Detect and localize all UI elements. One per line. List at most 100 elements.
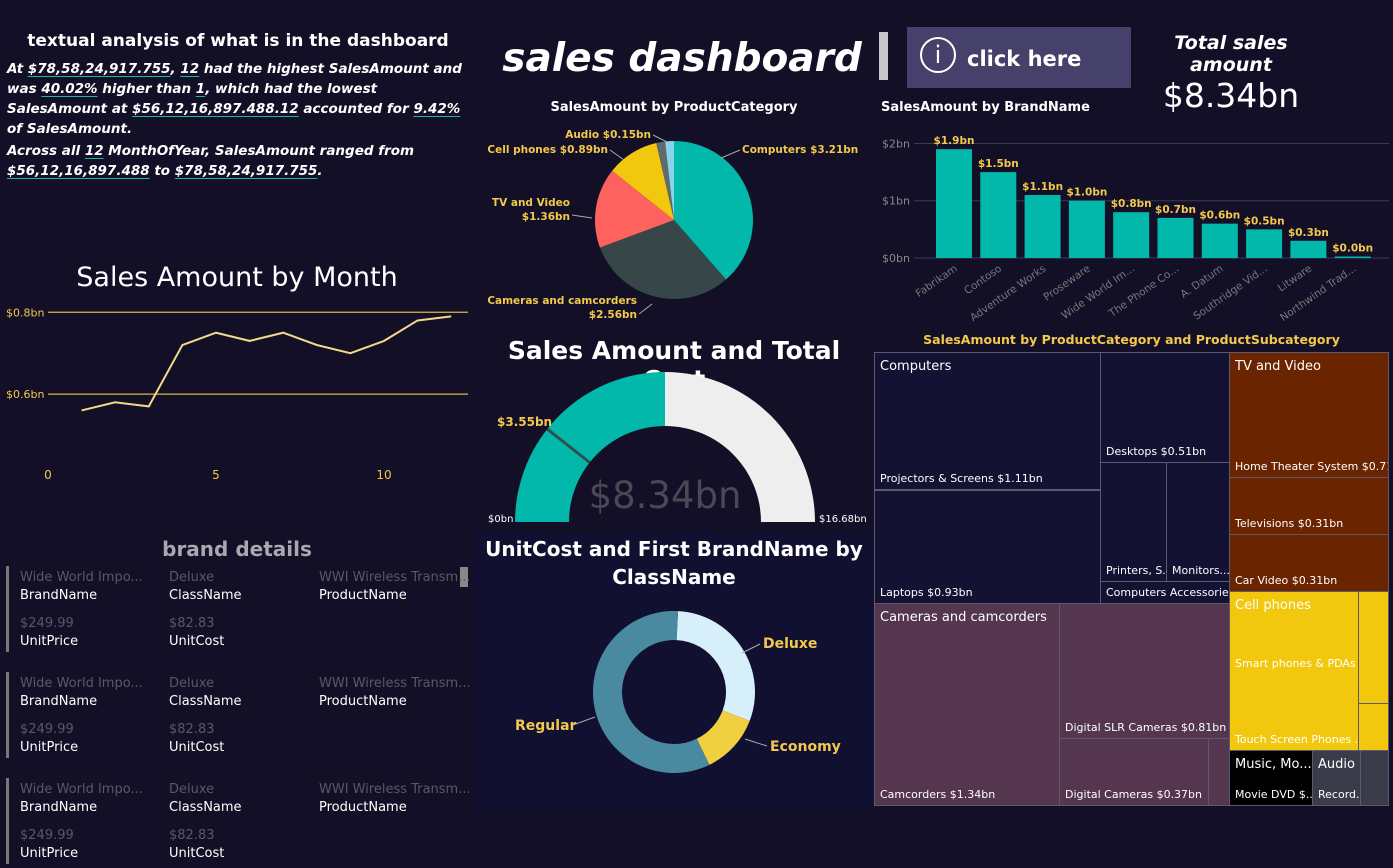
total-sales-value: $8.34bn [1131,76,1331,115]
brand-value: Wide World Impo... [20,782,150,797]
brand-label: BrandName [20,588,150,603]
analysis-paragraph-2: Across all 12 MonthOfYear, SalesAmount r… [7,141,469,181]
brand-card[interactable]: Wide World Impo...BrandNameDeluxeClassNa… [6,566,472,656]
brand-card[interactable]: Wide World Impo...BrandNameDeluxeClassNa… [6,778,472,868]
sales-cost-gauge: $8.34bn$0bn$16.68bn$3.55bn [474,372,874,532]
x-tick-label: Wide World Im... [1059,263,1137,322]
donut-title-line2: ClassName [474,565,874,589]
bar [1290,241,1326,258]
brand-card[interactable]: Wide World Impo...BrandNameDeluxeClassNa… [6,672,472,762]
treemap-cell-phones[interactable]: Cell phonesSmart phones & PDAs ...Touch … [1229,591,1359,751]
class-name-donut: DeluxeEconomyRegular [474,595,874,810]
click-here-button[interactable]: i click here [907,27,1131,88]
treemap-label: Record... [1318,788,1361,801]
treemap-cell-other-1[interactable] [1358,591,1389,704]
x-tick-label: 5 [212,468,220,482]
treemap-label: Music, Mo... [1235,757,1312,772]
treemap-label: Touch Screen Phones ... [1235,733,1359,746]
treemap-label: TV and Video [1235,359,1321,374]
donut-label-deluxe: Deluxe [763,636,817,652]
analysis-text: of SalesAmount. [7,121,132,137]
pie-leader-line [653,135,667,142]
treemap-audio[interactable]: Audio Record... [1312,750,1361,806]
treemap-camera-other[interactable] [1208,738,1230,806]
x-tick-label: Contoso [962,263,1004,297]
pie-data-label: $2.56bn [589,309,637,321]
card-accent-bar [6,778,9,864]
reference-line-label: $0.6bn [6,388,44,401]
treemap-label: Desktops $0.51bn [1106,445,1206,458]
gauge-target-label: $3.55bn [497,415,552,429]
bar [936,149,972,258]
x-tick-label: 10 [376,468,391,482]
treemap-music[interactable]: Music, Mo... Movie DVD $... [1229,750,1313,806]
pie-data-label: $1.36bn [522,211,570,223]
donut-leader-line [745,739,767,746]
treemap-cell-other-2[interactable] [1358,703,1389,751]
treemap-monitors[interactable]: Monitors... [1166,462,1230,582]
analysis-highlight: $78,58,24,917.755 [28,61,171,77]
product-value: WWI Wireless Transm... [319,782,469,797]
class-label: ClassName [169,800,299,815]
pie-data-label: Cell phones $0.89bn [487,144,608,156]
treemap-cameras[interactable]: Cameras and camcordersCamcorders $1.34bn [874,603,1060,806]
treemap-audio-other[interactable] [1360,750,1389,806]
gauge-center-value: $8.34bn [589,474,742,517]
treemap-label: Audio [1318,757,1355,772]
gauge-min-label: $0bn [488,514,513,525]
brand-value: Wide World Impo... [20,676,150,691]
treemap-label: Movie DVD $... [1235,788,1313,801]
bar-data-label: $0.7bn [1155,204,1196,216]
treemap-label: Digital SLR Cameras $0.81bn [1065,721,1226,734]
dashboard-title: sales dashboard [472,36,892,81]
title-separator [879,32,888,80]
treemap-label: Televisions $0.31bn [1235,517,1343,530]
analysis-text: Across all [7,143,85,159]
brand-value: Wide World Impo... [20,570,150,585]
bar [1025,195,1061,258]
x-tick-label: Litware [1276,263,1314,295]
price-label: UnitPrice [20,634,150,649]
donut-title-line1: UnitCost and First BrandName by [474,537,874,561]
treemap-dslr[interactable]: Digital SLR Cameras $0.81bn [1059,603,1230,739]
treemap-label: Printers, S... [1106,564,1167,577]
total-sales-title: Total sales amount [1131,32,1331,76]
bar [1158,218,1194,258]
price-label: UnitPrice [20,740,150,755]
treemap-label: Digital Cameras $0.37bn [1065,788,1202,801]
treemap-desktops[interactable]: Desktops $0.51bn [1100,352,1230,463]
treemap-laptops[interactable]: Laptops $0.93bn [874,490,1101,604]
product-label: ProductName [319,800,469,815]
cost-value: $82.83 [169,722,299,737]
treemap-printers[interactable]: Printers, S... [1100,462,1167,582]
click-here-label: click here [967,47,1081,71]
analysis-highlight: 1 [196,81,205,97]
brand-details-title: brand details [0,537,474,561]
treemap-car-video[interactable]: Car Video $0.31bn [1229,534,1389,592]
product-label: ProductName [319,694,469,709]
bar-data-label: $0.8bn [1111,198,1152,210]
brand-label: BrandName [20,800,150,815]
treemap-tv-video[interactable]: TV and VideoHome Theater System $0.71bn [1229,352,1389,478]
pie-leader-line [721,150,740,158]
analysis-highlight: 12 [85,143,104,159]
treemap-label: Monitors... [1172,564,1230,577]
treemap-computer-accessories[interactable]: Computers Accessorie... [1100,581,1230,604]
cost-label: UnitCost [169,846,299,861]
treemap-digital-cameras[interactable]: Digital Cameras $0.37bn [1059,738,1209,806]
analysis-text: . [317,163,322,179]
y-tick-label: $2bn [882,137,910,150]
analysis-text: , [171,61,181,77]
treemap-label: Car Video $0.31bn [1235,574,1337,587]
class-value: Deluxe [169,570,299,585]
pie-data-label: Computers $3.21bn [742,144,858,156]
product-label: ProductName [319,588,469,603]
product-value: WWI Wireless Transm... [319,570,469,585]
y-tick-label: $1bn [882,195,910,208]
treemap: ComputersProjectors & Screens $1.11bn La… [874,352,1389,806]
pie-data-label: TV and Video [492,197,570,209]
treemap-label: Cell phones [1235,598,1311,613]
treemap-computers[interactable]: ComputersProjectors & Screens $1.11bn [874,352,1101,490]
bar-data-label: $0.3bn [1288,227,1329,239]
treemap-televisions[interactable]: Televisions $0.31bn [1229,477,1389,535]
